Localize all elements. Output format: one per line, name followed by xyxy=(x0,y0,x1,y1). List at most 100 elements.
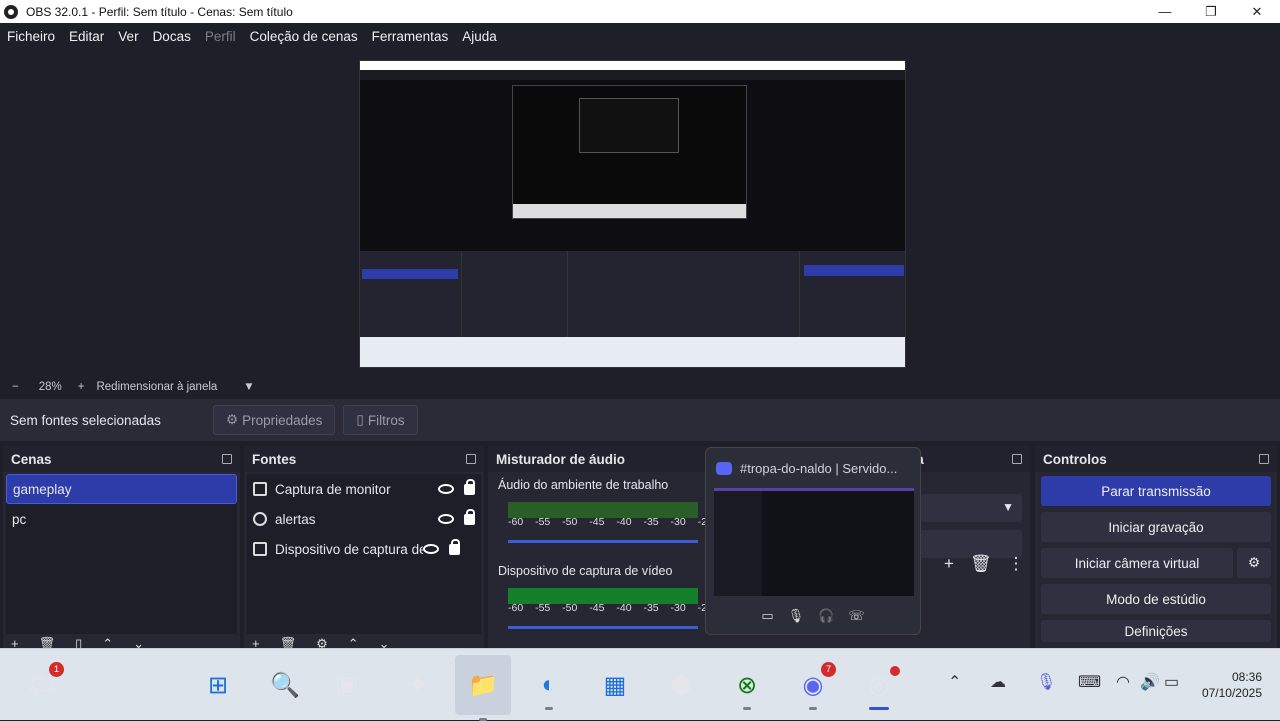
menu-ficheiro[interactable]: Ficheiro xyxy=(0,29,62,44)
start-virtual-camera-button[interactable]: Iniciar câmera virtual xyxy=(1041,548,1233,578)
popup-title: #tropa-do-naldo | Servido... xyxy=(740,460,898,476)
menu-bar: Ficheiro Editar Ver Docas Perfil Coleção… xyxy=(0,23,1280,50)
trash-icon[interactable]: 🗑 xyxy=(280,636,297,651)
zoom-in-button[interactable]: + xyxy=(78,381,85,393)
lock-icon[interactable] xyxy=(449,538,460,555)
edge-icon[interactable]: ◐ xyxy=(530,666,568,710)
filter-icon[interactable]: ▯ xyxy=(75,636,82,651)
scene-item-gameplay[interactable]: gameplay xyxy=(6,474,237,504)
copilot-icon[interactable]: ✦ xyxy=(398,666,436,704)
source-item[interactable]: alertas xyxy=(247,504,481,534)
properties-button[interactable]: ⚙ Propriedades xyxy=(213,405,336,435)
onedrive-icon[interactable]: ☁ xyxy=(990,672,1006,692)
lock-icon[interactable] xyxy=(464,508,475,525)
gear-icon[interactable]: ⚙ xyxy=(316,636,328,651)
transition-select[interactable]: ▼ xyxy=(920,494,1022,522)
eye-icon[interactable] xyxy=(423,544,439,554)
store-icon[interactable]: ▦ xyxy=(596,666,634,704)
obs-logo-icon xyxy=(4,4,18,19)
menu-ferramentas[interactable]: Ferramentas xyxy=(365,29,456,44)
stop-stream-button[interactable]: Parar transmissão xyxy=(1041,476,1271,506)
start-icon[interactable]: ⊞ xyxy=(199,666,237,704)
volume-icon[interactable]: 🔊 xyxy=(1140,672,1160,692)
sources-dock: Fontes Captura de monitor alertas Dispos… xyxy=(244,446,484,651)
eye-icon[interactable] xyxy=(438,514,454,524)
add-icon[interactable]: + xyxy=(11,636,19,651)
volume-slider[interactable] xyxy=(508,540,698,543)
mixer-title: Misturador de áudio xyxy=(496,451,626,467)
settings-button[interactable]: Definições xyxy=(1041,620,1271,642)
camera-icon[interactable]: ▭ xyxy=(761,608,773,624)
float-icon[interactable] xyxy=(222,454,232,464)
obs-icon[interactable]: ◎ xyxy=(860,666,900,710)
wifi-icon[interactable]: ◠ xyxy=(1116,672,1130,692)
no-source-label: Sem fontes selecionadas xyxy=(10,412,161,428)
menu-ajuda[interactable]: Ajuda xyxy=(455,29,504,44)
gear-icon[interactable]: ⚙ xyxy=(1237,548,1271,578)
source-item[interactable]: Dispositivo de captura de xyxy=(247,534,481,564)
discord-icon[interactable]: ◉ 7 xyxy=(794,662,836,710)
zoom-out-button[interactable]: − xyxy=(12,381,19,393)
microphone-icon[interactable]: 🎙 xyxy=(788,608,805,624)
program-preview[interactable] xyxy=(359,60,906,368)
scenes-dock: Cenas gameplay pc + 🗑 ▯ ⌃ ⌄ xyxy=(3,446,240,651)
resize-to-window[interactable]: Redimensionar à janela xyxy=(96,381,217,393)
zoom-bar: − 28% + Redimensionar à janela ▼ xyxy=(0,378,1280,396)
menu-docas[interactable]: Docas xyxy=(146,29,198,44)
menu-ver[interactable]: Ver xyxy=(111,29,145,44)
maximize-button[interactable]: ❐ xyxy=(1188,0,1234,23)
source-item[interactable]: Captura de monitor xyxy=(247,474,481,504)
xbox-icon[interactable]: ⊗ xyxy=(728,666,766,710)
down-icon[interactable]: ⌄ xyxy=(379,636,390,651)
title-bar: OBS 32.0.1 - Perfil: Sem título - Cenas:… xyxy=(0,0,1280,23)
source-toolbar: Sem fontes selecionadas ⚙ Propriedades ▯ F… xyxy=(0,399,1280,441)
add-icon[interactable]: + xyxy=(944,554,954,574)
battery-icon[interactable]: ▭ xyxy=(1164,672,1179,692)
file-explorer-icon[interactable]: 📁 xyxy=(455,655,511,721)
monitor-icon xyxy=(253,482,267,496)
discord-thumbnail-popup[interactable]: #tropa-do-naldo | Servido... ▭ 🎙 🎧 ☏ xyxy=(705,447,921,635)
windows-taskbar: 🌤 1 ⊞ 🔍 ▣ ✦ 📁 ◐ ▦ ⬢ ⊗ ◉ 7 ◎ ⌃ ☁ 🎙 ⌨ ◠ 🔊 ▭ … xyxy=(0,648,1280,721)
task-view-icon[interactable]: ▣ xyxy=(328,666,366,704)
float-icon[interactable] xyxy=(466,454,476,464)
app-icon[interactable]: ⬢ xyxy=(662,666,700,704)
chevron-up-icon[interactable]: ⌃ xyxy=(948,672,961,692)
minimize-button[interactable]: — xyxy=(1142,0,1188,23)
discord-window-preview[interactable] xyxy=(714,488,914,596)
trash-icon[interactable]: 🗑 xyxy=(970,554,992,574)
menu-colecao-cenas[interactable]: Coleção de cenas xyxy=(243,29,365,44)
menu-perfil[interactable]: Perfil xyxy=(198,29,243,44)
chevron-down-icon[interactable]: ▼ xyxy=(243,381,254,393)
float-icon[interactable] xyxy=(1259,454,1269,464)
start-recording-button[interactable]: Iniciar gravação xyxy=(1041,512,1271,542)
filters-button[interactable]: ▯ Filtros xyxy=(343,405,418,435)
volume-slider[interactable] xyxy=(508,626,698,629)
close-button[interactable]: ✕ xyxy=(1234,0,1280,23)
discord-icon xyxy=(716,461,732,475)
eye-icon[interactable] xyxy=(438,484,454,494)
trash-icon[interactable]: 🗑 xyxy=(39,636,56,651)
studio-mode-button[interactable]: Modo de estúdio xyxy=(1041,584,1271,614)
menu-editar[interactable]: Editar xyxy=(62,29,111,44)
keyboard-icon[interactable]: ⌨ xyxy=(1078,672,1101,692)
float-icon[interactable] xyxy=(1012,454,1022,464)
scene-item-pc[interactable]: pc xyxy=(6,504,237,534)
more-icon[interactable]: ⋮ xyxy=(1008,554,1025,574)
up-icon[interactable]: ⌃ xyxy=(348,636,359,651)
scenes-title: Cenas xyxy=(11,451,52,467)
clock[interactable]: 08:36 07/10/2025 xyxy=(1202,669,1262,701)
hangup-icon[interactable]: ☏ xyxy=(848,608,864,624)
add-icon[interactable]: + xyxy=(252,636,260,651)
filter-icon: ▯ xyxy=(356,412,364,427)
microphone-icon[interactable]: 🎙 xyxy=(1036,672,1056,692)
up-icon[interactable]: ⌃ xyxy=(102,636,113,651)
zoom-value: 28% xyxy=(38,381,62,393)
down-icon[interactable]: ⌄ xyxy=(133,636,144,651)
lock-icon[interactable] xyxy=(464,478,475,495)
chevron-down-icon: ▼ xyxy=(1002,500,1014,514)
controls-title: Controlos xyxy=(1043,451,1107,467)
weather-icon[interactable]: 🌤 1 xyxy=(22,662,64,704)
headphones-icon[interactable]: 🎧 xyxy=(818,608,834,624)
search-icon[interactable]: 🔍 xyxy=(266,666,304,704)
preview-nested-canvas xyxy=(512,85,747,219)
